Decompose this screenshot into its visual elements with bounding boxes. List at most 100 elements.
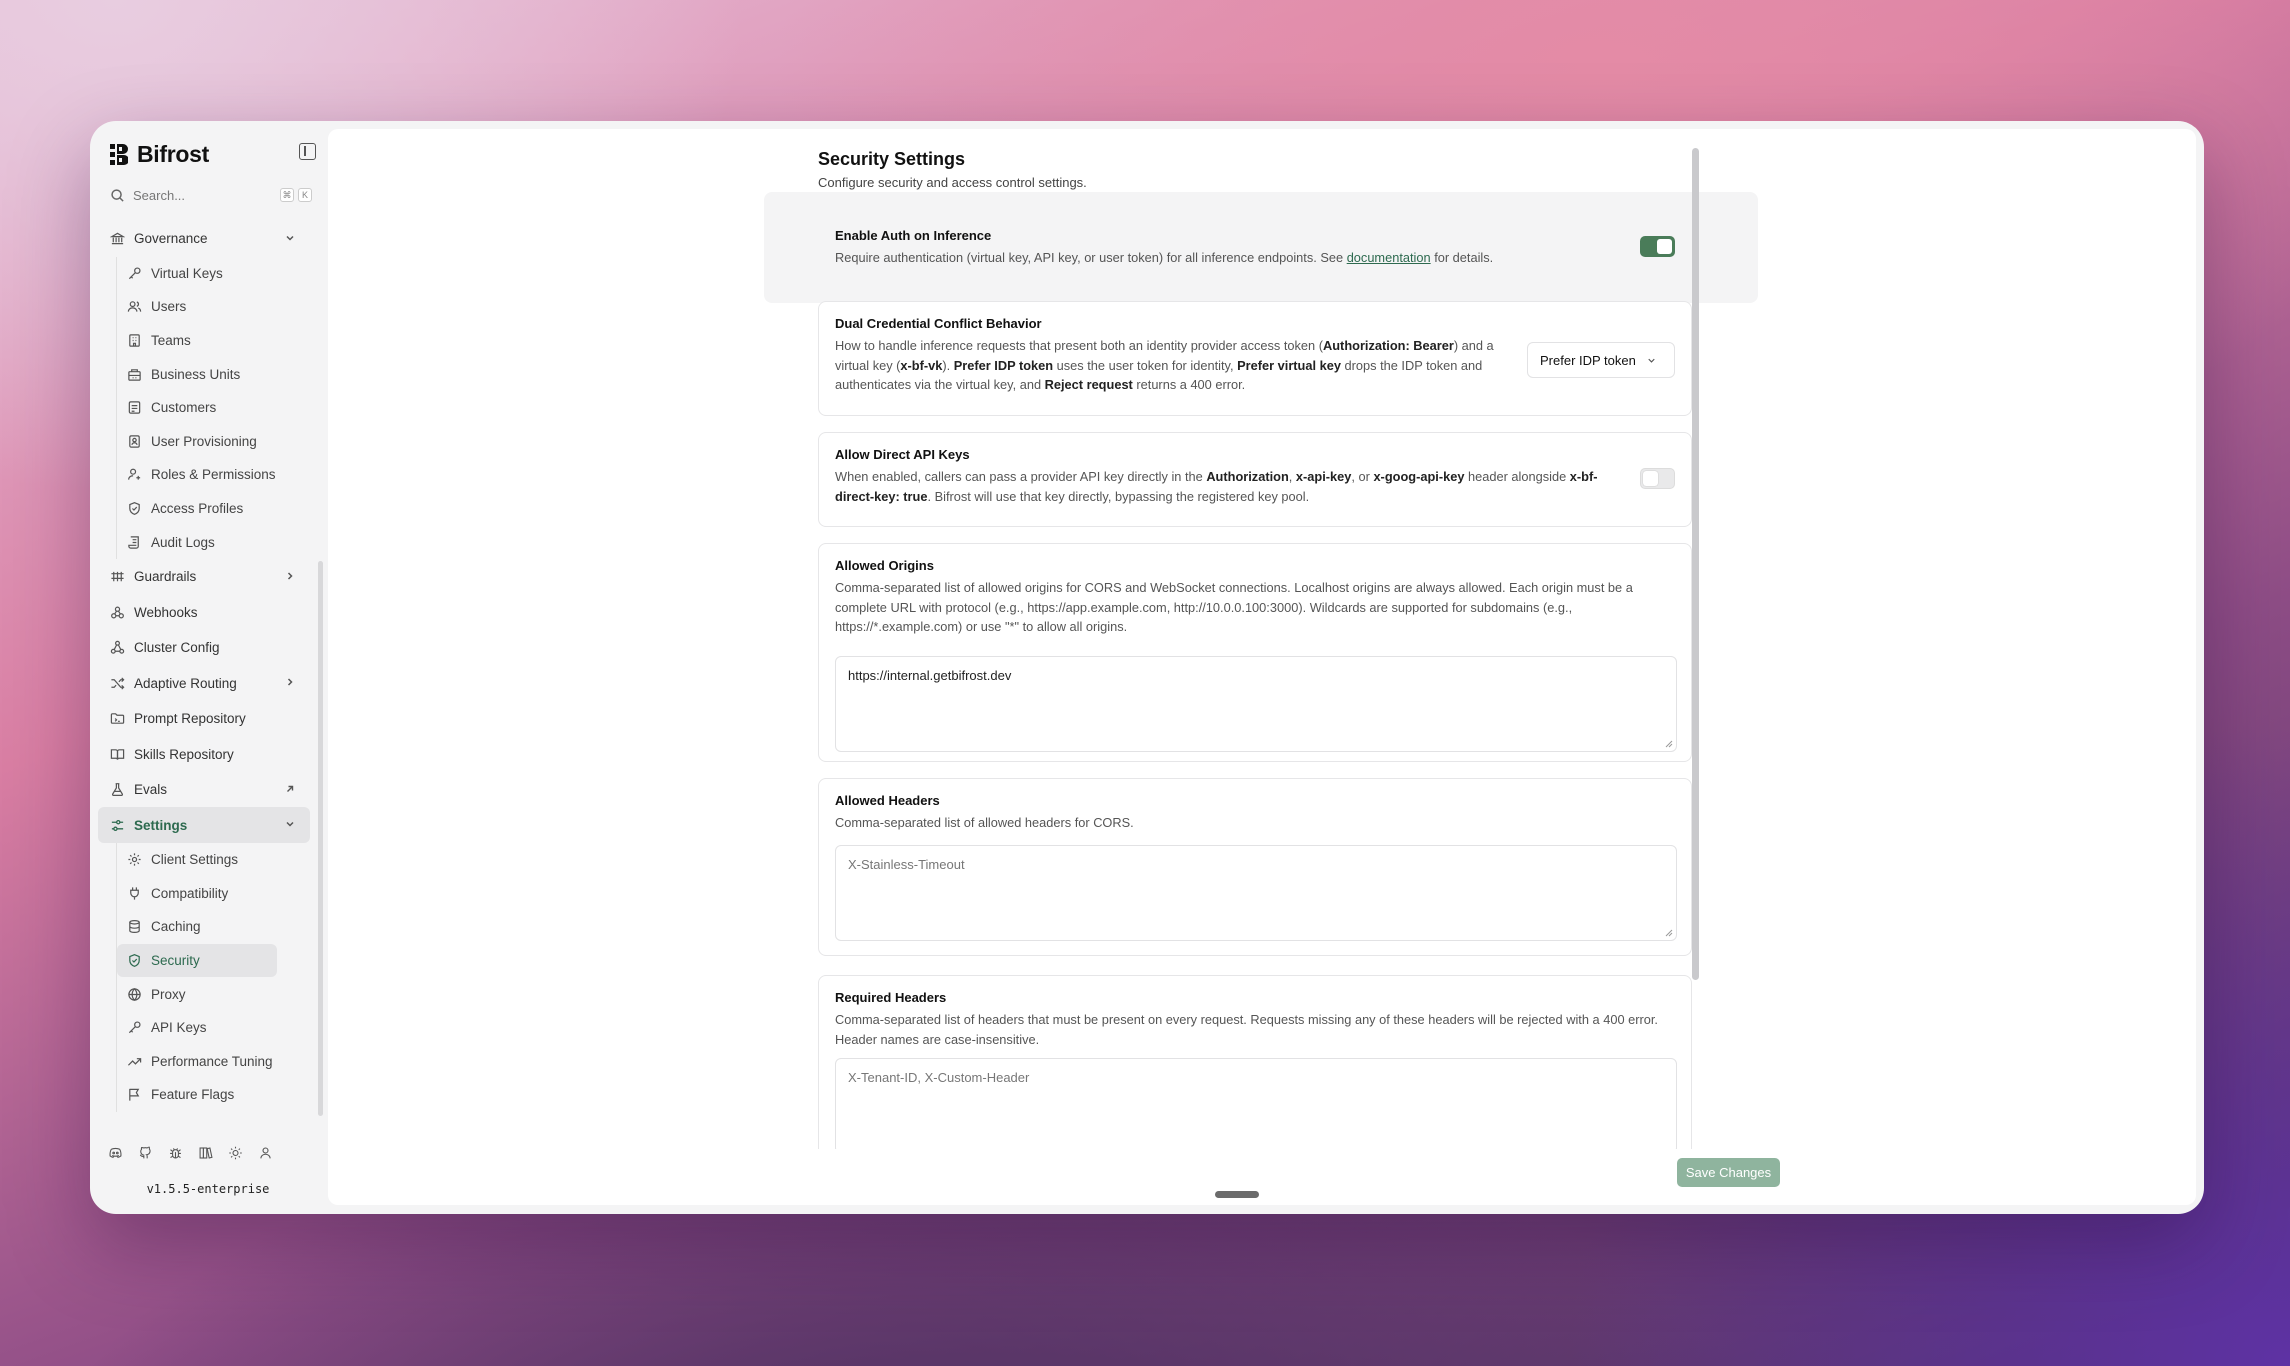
globe-icon: [128, 987, 141, 1001]
sidebar-item-evals[interactable]: Evals: [98, 772, 310, 808]
external-link-icon: [287, 785, 294, 792]
bifrost-logo-icon: [110, 144, 128, 165]
sidebar-item-virtual-keys[interactable]: Virtual Keys: [117, 257, 277, 291]
sidebar-item-label: Business Units: [151, 366, 241, 382]
textarea-placeholder: X-Stainless-Timeout: [848, 856, 965, 872]
documentation-link[interactable]: documentation: [1347, 250, 1431, 265]
allowed-headers-setting: Allowed Headers Comma-separated list of …: [818, 778, 1692, 956]
sidebar-item-settings[interactable]: Settings: [98, 807, 310, 843]
github-icon[interactable]: [138, 1144, 153, 1162]
main-content: Security Settings Configure security and…: [328, 129, 2196, 1205]
auth-on-inference-setting: Enable Auth on Inference Require authent…: [818, 214, 1692, 277]
sidebar-item-api-keys[interactable]: API Keys: [117, 1011, 277, 1045]
chevron-down-icon: [286, 235, 294, 241]
sidebar-item-label: Settings: [134, 817, 188, 833]
sidebar-item-label: Teams: [151, 332, 191, 348]
allowed-headers-textarea[interactable]: X-Stainless-Timeout: [835, 844, 1677, 941]
users-icon: [127, 301, 142, 313]
sun-icon[interactable]: [228, 1144, 243, 1162]
sidebar-item-label: Cluster Config: [134, 640, 220, 656]
sidebar-item-adaptive-routing[interactable]: Adaptive Routing: [98, 665, 310, 701]
search-shortcut: ⌘ K: [280, 188, 312, 202]
sidebar-item-teams[interactable]: Teams: [117, 324, 277, 358]
sidebar-item-compatibility[interactable]: Compatibility: [117, 876, 277, 910]
sidebar-item-access-profiles[interactable]: Access Profiles: [117, 492, 277, 526]
setting-description: Require authentication (virtual key, API…: [835, 250, 1494, 265]
key-icon: [128, 1021, 141, 1034]
sidebar-scrollbar[interactable]: [318, 561, 323, 1116]
sidebar-item-webhooks[interactable]: Webhooks: [98, 594, 310, 630]
sidebar-item-customers[interactable]: Customers: [117, 391, 277, 425]
sidebar-item-label: Compatibility: [151, 885, 229, 901]
sidebar-item-users[interactable]: Users: [117, 290, 277, 324]
flag-icon: [129, 1089, 140, 1101]
sidebar-item-audit-logs[interactable]: Audit Logs: [117, 525, 277, 559]
shield-check-icon: [129, 953, 140, 967]
sidebar-item-label: Caching: [151, 919, 201, 935]
sidebar-toggle-icon[interactable]: [299, 143, 316, 160]
page-description: Configure security and access control se…: [818, 175, 1087, 190]
sidebar-item-cluster-config[interactable]: Cluster Config: [98, 630, 310, 666]
user-icon[interactable]: [258, 1144, 273, 1162]
flask-icon: [111, 783, 124, 797]
sidebar-item-skills-repository[interactable]: Skills Repository: [98, 736, 310, 772]
book-icon[interactable]: [198, 1144, 213, 1162]
direct-api-keys-toggle[interactable]: [1640, 468, 1675, 489]
sidebar-item-caching[interactable]: Caching: [117, 910, 277, 944]
sidebar-item-roles-permissions[interactable]: Roles & Permissions: [117, 458, 277, 492]
webhook-icon: [111, 606, 124, 619]
sidebar-item-governance[interactable]: Governance: [98, 221, 310, 257]
sidebar-item-label: Users: [151, 299, 187, 315]
dual-credential-select[interactable]: Prefer IDP token: [1527, 342, 1675, 378]
sidebar-item-label: Evals: [134, 782, 168, 798]
allowed-origins-textarea[interactable]: https://internal.getbifrost.dev: [835, 655, 1677, 752]
required-headers-textarea[interactable]: X-Tenant-ID, X-Custom-Header: [835, 1058, 1677, 1154]
sidebar-item-label: Access Profiles: [151, 500, 244, 516]
select-value: Prefer IDP token: [1540, 352, 1636, 368]
allowed-origins-setting: Allowed Origins Comma-separated list of …: [818, 543, 1692, 762]
user-badge-icon: [129, 435, 140, 448]
sidebar-item-label: Governance: [134, 231, 208, 247]
setting-title: Dual Credential Conflict Behavior: [835, 316, 1042, 331]
main-scrollbar[interactable]: [1692, 148, 1699, 980]
sidebar-item-label: Client Settings: [151, 852, 239, 868]
discord-icon[interactable]: [108, 1144, 123, 1162]
setting-description: When enabled, callers can pass a provide…: [835, 469, 1598, 504]
chevron-down-icon: [1648, 358, 1655, 363]
sidebar-footer: [108, 1144, 273, 1162]
app-window: Bifrost Search... ⌘ K Governance Virtual…: [90, 121, 2204, 1214]
search-input[interactable]: Search... ⌘ K: [100, 181, 320, 210]
brand[interactable]: Bifrost: [110, 141, 209, 168]
folder-icon: [110, 713, 125, 724]
sidebar-item-label: Customers: [151, 400, 217, 416]
setting-description: Comma-separated list of allowed headers …: [835, 815, 1134, 830]
sidebar-item-label: Security: [151, 952, 200, 968]
cluster-icon: [110, 640, 125, 654]
sidebar-item-label: Prompt Repository: [134, 711, 246, 727]
sidebar-item-feature-flags[interactable]: Feature Flags: [117, 1078, 277, 1112]
key-icon: [128, 267, 141, 279]
resize-grip-icon[interactable]: [1664, 739, 1673, 748]
sidebar-nav: Governance Virtual Keys Users Teams Busi…: [98, 221, 310, 1112]
kbd-cmd: ⌘: [280, 188, 294, 202]
sidebar-item-label: API Keys: [151, 1020, 207, 1036]
setting-title: Required Headers: [835, 990, 947, 1005]
sidebar-item-user-provisioning[interactable]: User Provisioning: [117, 424, 277, 458]
sidebar-item-guardrails[interactable]: Guardrails: [98, 559, 310, 595]
sidebar-item-business-units[interactable]: Business Units: [117, 357, 277, 391]
sidebar-item-performance-tuning[interactable]: Performance Tuning: [117, 1044, 277, 1078]
sidebar-item-label: Performance Tuning: [151, 1053, 273, 1069]
sidebar-item-proxy[interactable]: Proxy: [117, 977, 277, 1011]
save-button[interactable]: Save Changes: [1677, 1158, 1780, 1187]
search-icon: [111, 189, 124, 202]
book-open-icon: [110, 748, 125, 760]
bug-icon[interactable]: [168, 1144, 183, 1162]
sidebar-item-security[interactable]: Security: [117, 943, 277, 978]
sidebar-item-client-settings[interactable]: Client Settings: [117, 843, 277, 877]
drag-handle[interactable]: [1215, 1191, 1259, 1198]
shield-check-icon: [129, 501, 140, 515]
chevron-down-icon: [286, 822, 294, 827]
resize-grip-icon[interactable]: [1664, 928, 1673, 937]
sidebar-item-prompt-repository[interactable]: Prompt Repository: [98, 701, 310, 737]
auth-on-inference-toggle[interactable]: [1640, 236, 1675, 257]
